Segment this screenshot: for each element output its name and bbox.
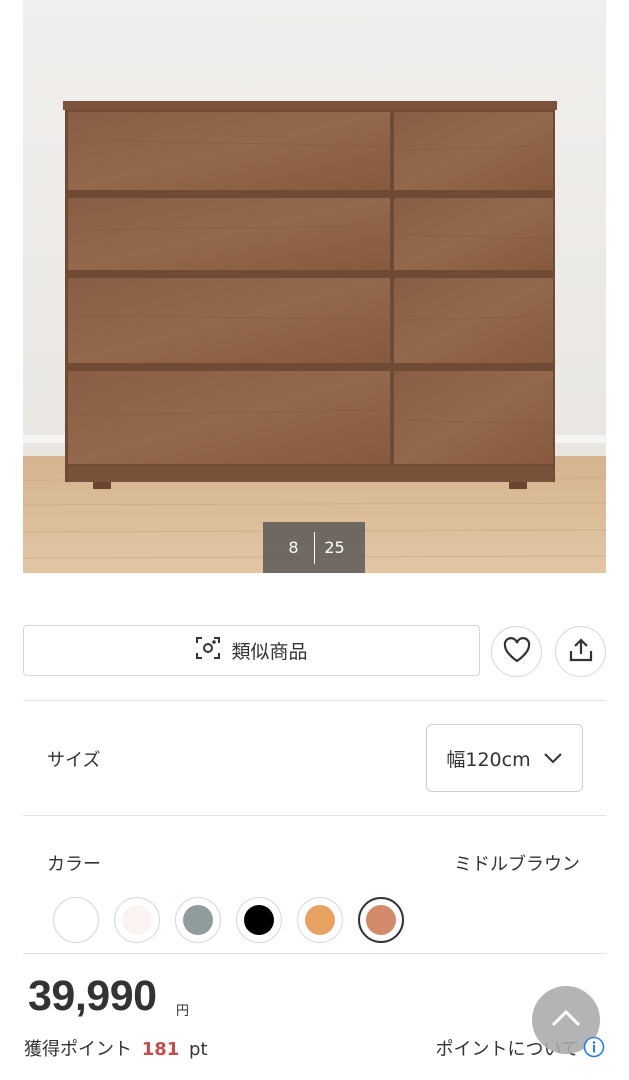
color-swatch[interactable] (114, 897, 160, 943)
color-swatch[interactable] (297, 897, 343, 943)
swatch-color (366, 905, 396, 935)
similar-items-button[interactable]: 類似商品 (23, 625, 480, 676)
size-dropdown[interactable]: 幅120cm (426, 724, 583, 792)
swatch-color (61, 905, 91, 935)
chest-of-drawers-photo (23, 0, 606, 573)
swatch-color (305, 905, 335, 935)
divider (23, 953, 606, 954)
swatch-color (244, 905, 274, 935)
swatch-color (122, 905, 152, 935)
earned-points: 獲得ポイント 181 pt (24, 1035, 208, 1061)
divider (23, 700, 606, 701)
image-counter-current: 8 (288, 538, 299, 557)
product-image[interactable] (23, 0, 606, 573)
swatch-color (183, 905, 213, 935)
image-counter-total: 25 (324, 538, 345, 557)
color-swatch[interactable] (175, 897, 221, 943)
color-swatches (53, 897, 404, 943)
chevron-up-icon (551, 1009, 581, 1031)
color-swatch[interactable] (53, 897, 99, 943)
selected-color-name: ミドルブラウン (454, 854, 580, 875)
earned-points-unit: pt (189, 1039, 208, 1060)
info-icon[interactable] (583, 1036, 605, 1062)
share-icon (568, 637, 594, 667)
share-button[interactable] (555, 626, 606, 677)
size-label: サイズ (47, 750, 101, 771)
similar-items-label: 類似商品 (231, 641, 308, 663)
image-counter: 8 25 (263, 522, 365, 573)
color-swatch[interactable] (358, 897, 404, 943)
color-swatch[interactable] (236, 897, 282, 943)
size-selected-value: 幅120cm (446, 748, 531, 771)
camera-scan-icon (195, 635, 221, 666)
price-amount: 39,990 (28, 972, 157, 1020)
divider (23, 815, 606, 816)
favorite-button[interactable] (491, 626, 542, 677)
earned-points-value: 181 (141, 1039, 180, 1060)
earned-points-label: 獲得ポイント (24, 1039, 132, 1060)
price-currency: 円 (176, 1004, 190, 1019)
heart-icon (503, 636, 531, 667)
color-label: カラー (47, 854, 101, 875)
chevron-down-icon (543, 747, 563, 769)
